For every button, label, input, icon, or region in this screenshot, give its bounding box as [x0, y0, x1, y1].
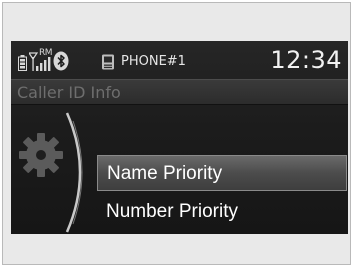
menu-item-name-priority[interactable]: Name Priority: [97, 155, 347, 191]
clock: 12:34: [270, 46, 342, 74]
roaming-indicator: RM: [39, 48, 53, 58]
audio-display-screen: RM PHONE#1 12:34 Caller ID Info Name Pri…: [11, 41, 348, 234]
gear-icon: [19, 133, 63, 177]
connected-phone-name: PHONE#1: [121, 54, 186, 69]
title-bar: Caller ID Info: [11, 79, 348, 105]
phone-icon: [102, 54, 114, 70]
bluetooth-icon: [53, 51, 69, 71]
screen-title: Caller ID Info: [17, 83, 121, 102]
status-bar: RM PHONE#1 12:34: [11, 41, 348, 79]
battery-icon: [18, 55, 27, 71]
menu-item-number-priority[interactable]: Number Priority: [97, 194, 347, 230]
menu-arc-decoration: [65, 112, 83, 233]
screenshot-frame: RM PHONE#1 12:34 Caller ID Info Name Pri…: [2, 2, 351, 265]
